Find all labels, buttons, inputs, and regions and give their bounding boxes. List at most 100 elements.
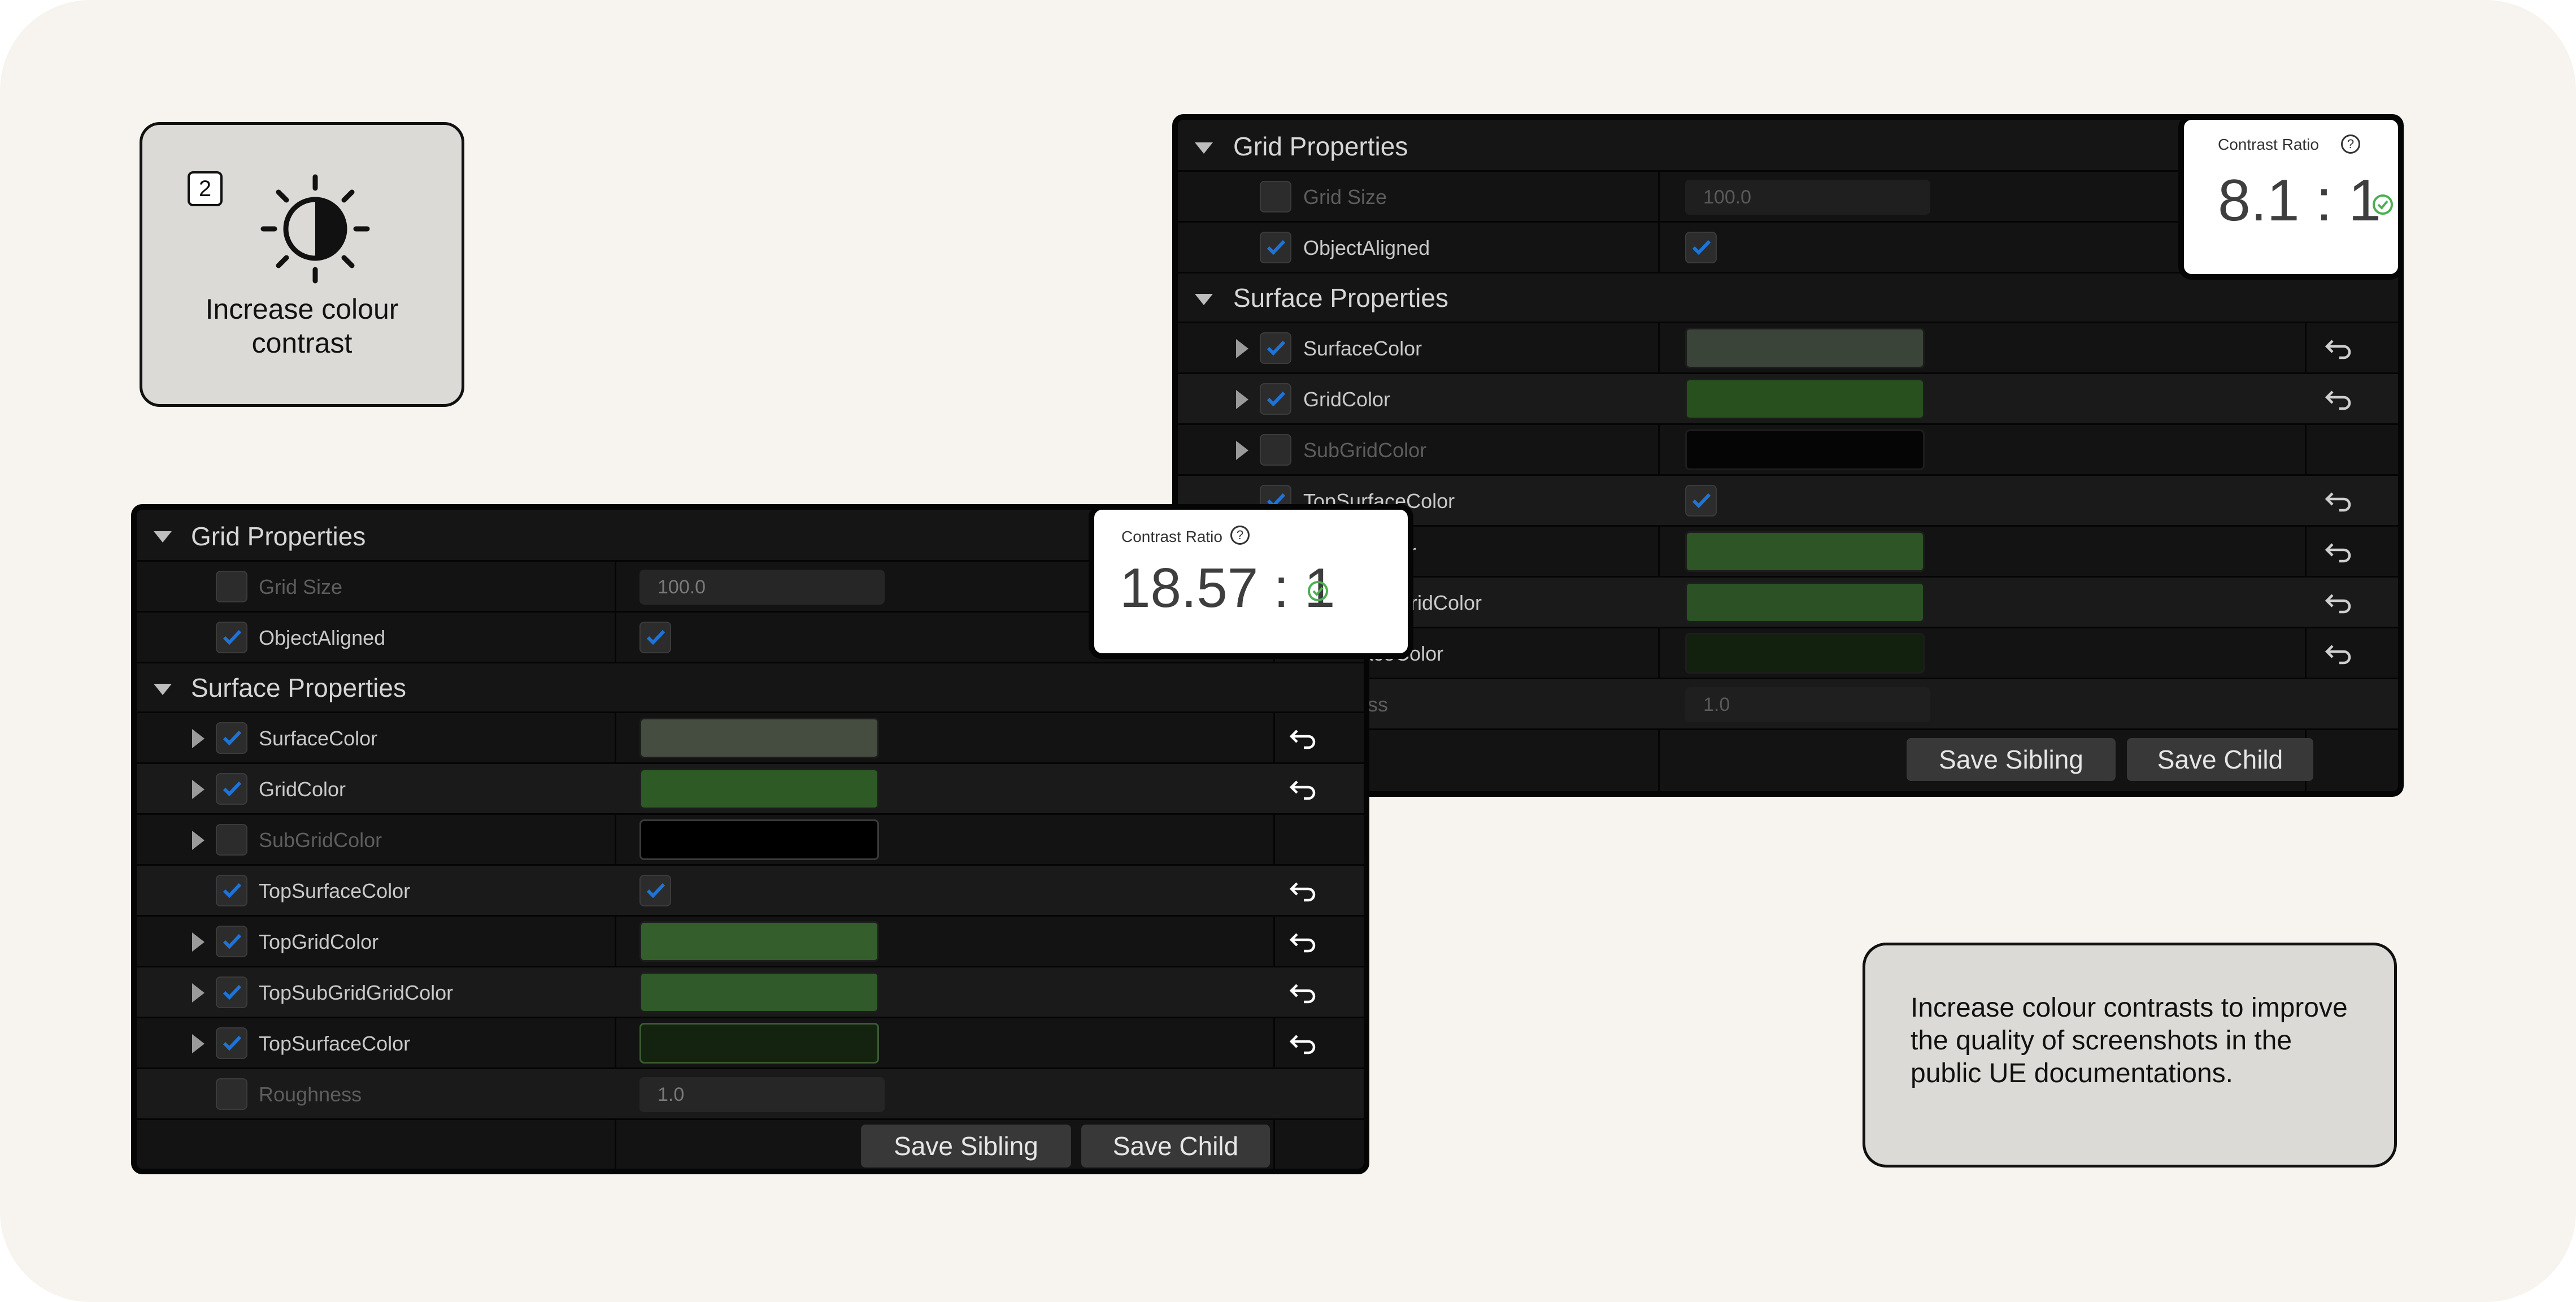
subgrid-color-swatch[interactable] — [1685, 429, 1925, 470]
contrast-ratio-label: Contrast Ratio — [2218, 136, 2319, 153]
reset-to-default-icon[interactable] — [2325, 337, 2353, 360]
property-label: GridColor — [259, 778, 346, 801]
edit-checkbox[interactable] — [216, 773, 247, 805]
help-icon[interactable]: ? — [1230, 526, 1250, 545]
edit-checkbox[interactable] — [1260, 232, 1291, 263]
category-label: Grid Properties — [191, 522, 366, 551]
edit-checkbox[interactable] — [216, 622, 247, 653]
pass-check-icon — [1308, 581, 1328, 601]
property-row: SubGridColor — [1178, 425, 2398, 476]
contrast-ratio-value: 18.57 : 1 — [1120, 557, 1335, 619]
edit-checkbox[interactable] — [216, 824, 247, 856]
reset-to-default-icon[interactable] — [2325, 490, 2353, 513]
top-surface-color-checkbox[interactable] — [1685, 485, 1717, 517]
checkmark-icon — [223, 984, 242, 1000]
reset-to-default-icon[interactable] — [1289, 1032, 1317, 1055]
category-label: Surface Properties — [191, 673, 406, 702]
category-surface-properties[interactable]: Surface Properties — [137, 663, 1364, 713]
property-row: SurfaceColor — [137, 713, 1364, 764]
save-sibling-button[interactable]: Save Sibling — [861, 1125, 1071, 1168]
save-sibling-button[interactable]: Save Sibling — [1907, 738, 2116, 781]
checkmark-icon — [646, 883, 665, 899]
pass-check-icon — [2373, 194, 2393, 215]
expand-arrow-icon[interactable] — [192, 831, 204, 850]
subgrid-color-swatch[interactable] — [639, 819, 879, 860]
note-card: Increase colour contrasts to improve the… — [1863, 943, 2397, 1168]
edit-checkbox[interactable] — [216, 1027, 247, 1059]
top-surface-color-swatch[interactable] — [1685, 633, 1925, 674]
button-row: Save Sibling Save Child — [137, 1120, 1364, 1169]
top-grid-color-swatch[interactable] — [1685, 531, 1925, 572]
top-surface-color-swatch[interactable] — [639, 1023, 879, 1064]
slide-canvas: 2 Increase colour contrast Increase colo… — [0, 0, 2576, 1302]
surface-color-swatch[interactable] — [639, 718, 879, 758]
edit-checkbox[interactable] — [216, 1078, 247, 1110]
edit-checkbox[interactable] — [216, 571, 247, 602]
checkmark-icon — [1692, 240, 1711, 255]
expand-arrow-icon[interactable] — [192, 1034, 204, 1053]
checkmark-icon — [223, 1035, 242, 1051]
roughness-input[interactable]: 1.0 — [639, 1077, 885, 1112]
expand-arrow-icon[interactable] — [192, 780, 204, 799]
property-label: SurfaceColor — [1303, 337, 1422, 360]
reset-to-default-icon[interactable] — [2325, 541, 2353, 563]
expand-arrow-icon[interactable] — [192, 729, 204, 748]
object-aligned-checkbox[interactable] — [639, 622, 671, 653]
edit-checkbox[interactable] — [216, 875, 247, 906]
expand-arrow-icon[interactable] — [192, 932, 204, 952]
edit-checkbox[interactable] — [216, 926, 247, 957]
property-label: ObjectAligned — [259, 626, 386, 649]
reset-to-default-icon[interactable] — [2325, 592, 2353, 614]
contrast-ratio-label: Contrast Ratio — [1121, 528, 1222, 545]
edit-checkbox[interactable] — [216, 976, 247, 1008]
note-text: Increase colour contrasts to improve the… — [1911, 993, 2348, 1088]
expand-arrow-icon[interactable] — [192, 983, 204, 1002]
top-subgrid-color-swatch[interactable] — [1685, 582, 1925, 623]
reset-to-default-icon[interactable] — [1289, 880, 1317, 902]
property-row: Roughness 1.0 — [137, 1069, 1364, 1120]
edit-checkbox[interactable] — [1260, 434, 1291, 466]
edit-checkbox[interactable] — [1260, 332, 1291, 364]
checkmark-icon — [1267, 240, 1286, 255]
property-row: SubGridColor — [137, 815, 1364, 866]
expand-arrow-icon[interactable] — [1236, 441, 1248, 460]
property-label: Grid Size — [1303, 185, 1387, 209]
reset-to-default-icon[interactable] — [1289, 727, 1317, 750]
expand-arrow-icon[interactable] — [1236, 339, 1248, 358]
property-label: SubGridColor — [1303, 439, 1427, 462]
collapse-triangle-icon[interactable] — [154, 531, 172, 542]
edit-checkbox[interactable] — [1260, 181, 1291, 212]
collapse-triangle-icon[interactable] — [154, 684, 172, 695]
help-icon[interactable]: ? — [2341, 134, 2360, 154]
grid-size-input[interactable]: 100.0 — [639, 570, 885, 605]
edit-checkbox[interactable] — [216, 722, 247, 754]
contrast-ratio-value: 8.1 : 1 — [2218, 168, 2382, 233]
reset-to-default-icon[interactable] — [2325, 643, 2353, 665]
grid-color-swatch[interactable] — [1685, 379, 1925, 419]
expand-arrow-icon[interactable] — [1236, 390, 1248, 409]
property-label: TopSubGridGridColor — [259, 981, 454, 1004]
reset-to-default-icon[interactable] — [1289, 931, 1317, 953]
collapse-triangle-icon[interactable] — [1195, 142, 1213, 154]
top-grid-color-swatch[interactable] — [639, 921, 879, 962]
reset-to-default-icon[interactable] — [1289, 982, 1317, 1004]
reset-to-default-icon[interactable] — [2325, 388, 2353, 411]
collapse-triangle-icon[interactable] — [1195, 294, 1213, 305]
grid-color-swatch[interactable] — [639, 769, 879, 809]
property-label: TopSurfaceColor — [259, 879, 411, 902]
roughness-input[interactable]: 1.0 — [1685, 687, 1930, 722]
top-surface-color-checkbox[interactable] — [639, 875, 671, 906]
grid-size-input[interactable]: 100.0 — [1685, 180, 1930, 215]
category-surface-properties[interactable]: Surface Properties — [1178, 274, 2398, 323]
save-child-button[interactable]: Save Child — [1081, 1125, 1270, 1168]
property-row: TopSubGridGridColor — [137, 967, 1364, 1018]
top-subgrid-color-swatch[interactable] — [639, 972, 879, 1013]
surface-color-swatch[interactable] — [1685, 328, 1925, 368]
reset-to-default-icon[interactable] — [1289, 778, 1317, 801]
object-aligned-checkbox[interactable] — [1685, 232, 1717, 263]
edit-checkbox[interactable] — [1260, 383, 1291, 415]
contrast-ratio-card-before: Contrast Ratio ? 8.1 : 1 — [2178, 114, 2404, 280]
checkmark-icon — [223, 883, 242, 899]
contrast-sun-icon — [260, 174, 370, 284]
save-child-button[interactable]: Save Child — [2127, 738, 2313, 781]
